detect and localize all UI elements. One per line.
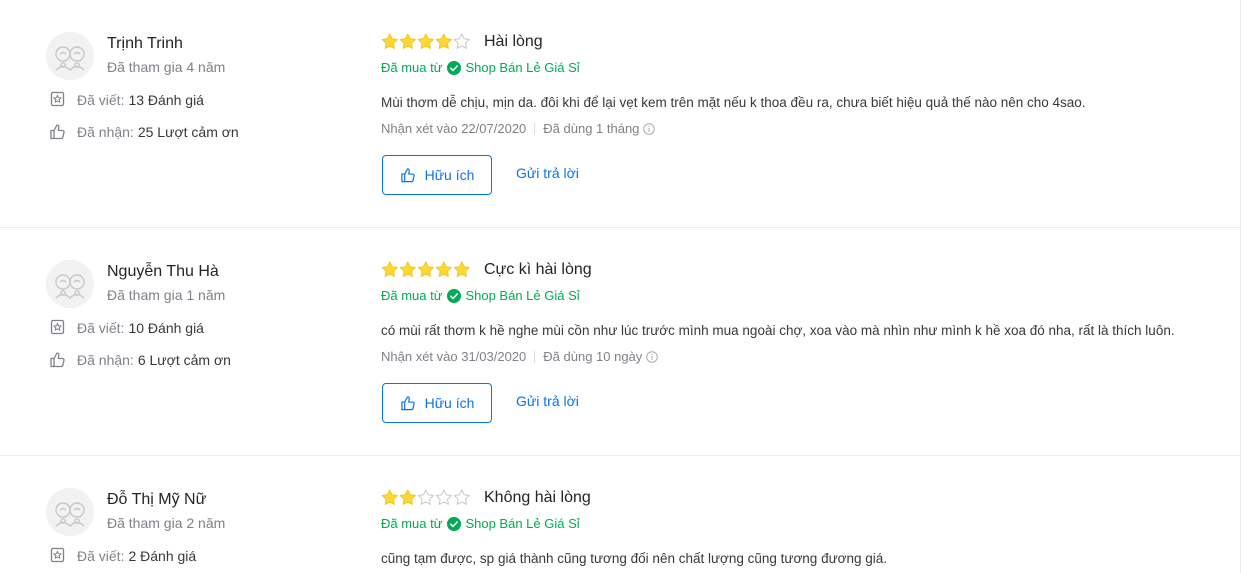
review-title: Cực kì hài lòng: [484, 261, 592, 278]
received-value: 25 Lượt cảm ơn: [137, 123, 239, 140]
usage-duration: Đã dùng 10 ngày: [543, 349, 643, 364]
bought-from-label: Đã mua từ: [381, 60, 443, 75]
review-count-icon: [49, 319, 66, 336]
star-filled-icon: [399, 33, 416, 49]
review-meta: Nhận xét vào 31/03/2020 Đã dùng 10 ngày: [381, 349, 659, 364]
bought-from: Đã mua từ Shop Bán Lẻ Giá Sỉ: [381, 516, 580, 531]
divider: [534, 350, 536, 363]
shop-name: Shop Bán Lẻ Giá Sỉ: [465, 516, 580, 531]
bought-from: Đã mua từ Shop Bán Lẻ Giá Sỉ: [381, 288, 580, 303]
written-value: 2 Đánh giá: [128, 547, 197, 564]
helpful-label: Hữu ích: [424, 167, 475, 183]
avatar: [46, 32, 94, 80]
review-item: Trịnh Trinh Đã tham gia 4 năm Đã viết: 1…: [0, 0, 1241, 228]
reviewer-received-count: Đã nhận: 6 Lượt cảm ơn: [49, 351, 231, 368]
review-item: Nguyễn Thu Hà Đã tham gia 1 năm Đã viết:…: [0, 228, 1241, 456]
star-filled-icon: [453, 261, 470, 277]
written-value: 10 Đánh giá: [128, 319, 204, 336]
review-count-icon: [49, 547, 66, 564]
written-label: Đã viết:: [77, 319, 125, 336]
star-empty-icon: [417, 489, 434, 505]
review-date: Nhận xét vào 31/03/2020: [381, 349, 527, 364]
thumb-up-icon: [400, 395, 416, 411]
helpful-label: Hữu ích: [424, 395, 475, 411]
bought-from-label: Đã mua từ: [381, 288, 443, 303]
reviewer-received-count: Đã nhận: 25 Lượt cảm ơn: [49, 123, 239, 140]
star-empty-icon: [453, 33, 470, 49]
rating-stars: [381, 489, 471, 506]
review-content: có mùi rất thơm k hề nghe mùi cồn như lú…: [381, 323, 1175, 338]
review-list: Trịnh Trinh Đã tham gia 4 năm Đã viết: 1…: [0, 0, 1241, 573]
review-date: Nhận xét vào 22/07/2020: [381, 121, 527, 136]
reviewer-written-count: Đã viết: 13 Đánh giá: [49, 91, 204, 108]
check-circle-icon: [447, 60, 462, 75]
shop-name: Shop Bán Lẻ Giá Sỉ: [465, 288, 580, 303]
thumb-up-icon: [49, 123, 66, 140]
review-count-icon: [49, 91, 66, 108]
star-empty-icon: [453, 489, 470, 505]
check-circle-icon: [447, 288, 462, 303]
thumb-up-icon: [400, 167, 416, 183]
reviewer-name: Trịnh Trinh: [107, 35, 183, 52]
helpful-button[interactable]: Hữu ích: [382, 155, 492, 195]
received-value: 6 Lượt cảm ơn: [137, 351, 231, 368]
divider: [534, 122, 536, 135]
written-label: Đã viết:: [77, 547, 125, 564]
avatar: [46, 488, 94, 536]
rating-stars: [381, 33, 471, 50]
bought-from: Đã mua từ Shop Bán Lẻ Giá Sỉ: [381, 60, 580, 75]
helpful-button[interactable]: Hữu ích: [382, 383, 492, 423]
star-filled-icon: [399, 489, 416, 505]
received-label: Đã nhận:: [77, 123, 134, 140]
reviewer-joined: Đã tham gia 4 năm: [107, 59, 226, 75]
star-filled-icon: [381, 489, 398, 505]
thumb-up-icon: [49, 351, 66, 368]
info-icon[interactable]: [646, 350, 659, 363]
usage-duration: Đã dùng 1 tháng: [543, 121, 640, 136]
review-content: cũng tạm được, sp giá thành cũng tương đ…: [381, 551, 887, 566]
info-icon[interactable]: [643, 122, 656, 135]
review-content: Mùi thơm dễ chịu, mịn da. đôi khi để lại…: [381, 95, 1086, 110]
star-empty-icon: [435, 489, 452, 505]
reviewer-joined: Đã tham gia 2 năm: [107, 515, 226, 531]
avatar: [46, 260, 94, 308]
review-meta: Nhận xét vào 22/07/2020 Đã dùng 1 tháng: [381, 121, 656, 136]
star-filled-icon: [381, 261, 398, 277]
reviewer-name: Nguyễn Thu Hà: [107, 263, 219, 280]
star-filled-icon: [435, 261, 452, 277]
rating-stars: [381, 261, 471, 278]
written-label: Đã viết:: [77, 91, 125, 108]
written-value: 13 Đánh giá: [128, 91, 204, 108]
reviewer-joined: Đã tham gia 1 năm: [107, 287, 226, 303]
review-title: Hài lòng: [484, 33, 543, 50]
review-title: Không hài lòng: [484, 489, 591, 506]
star-filled-icon: [417, 261, 434, 277]
reply-link[interactable]: Gửi trả lời: [516, 165, 579, 181]
star-filled-icon: [399, 261, 416, 277]
reply-link[interactable]: Gửi trả lời: [516, 393, 579, 409]
reviewer-name: Đỗ Thị Mỹ Nữ: [107, 491, 207, 508]
reviewer-written-count: Đã viết: 2 Đánh giá: [49, 547, 196, 564]
review-item: Đỗ Thị Mỹ Nữ Đã tham gia 2 năm Đã viết: …: [0, 456, 1241, 573]
star-filled-icon: [381, 33, 398, 49]
received-label: Đã nhận:: [77, 351, 134, 368]
reviewer-written-count: Đã viết: 10 Đánh giá: [49, 319, 204, 336]
star-filled-icon: [417, 33, 434, 49]
bought-from-label: Đã mua từ: [381, 516, 443, 531]
shop-name: Shop Bán Lẻ Giá Sỉ: [465, 60, 580, 75]
check-circle-icon: [447, 516, 462, 531]
star-filled-icon: [435, 33, 452, 49]
